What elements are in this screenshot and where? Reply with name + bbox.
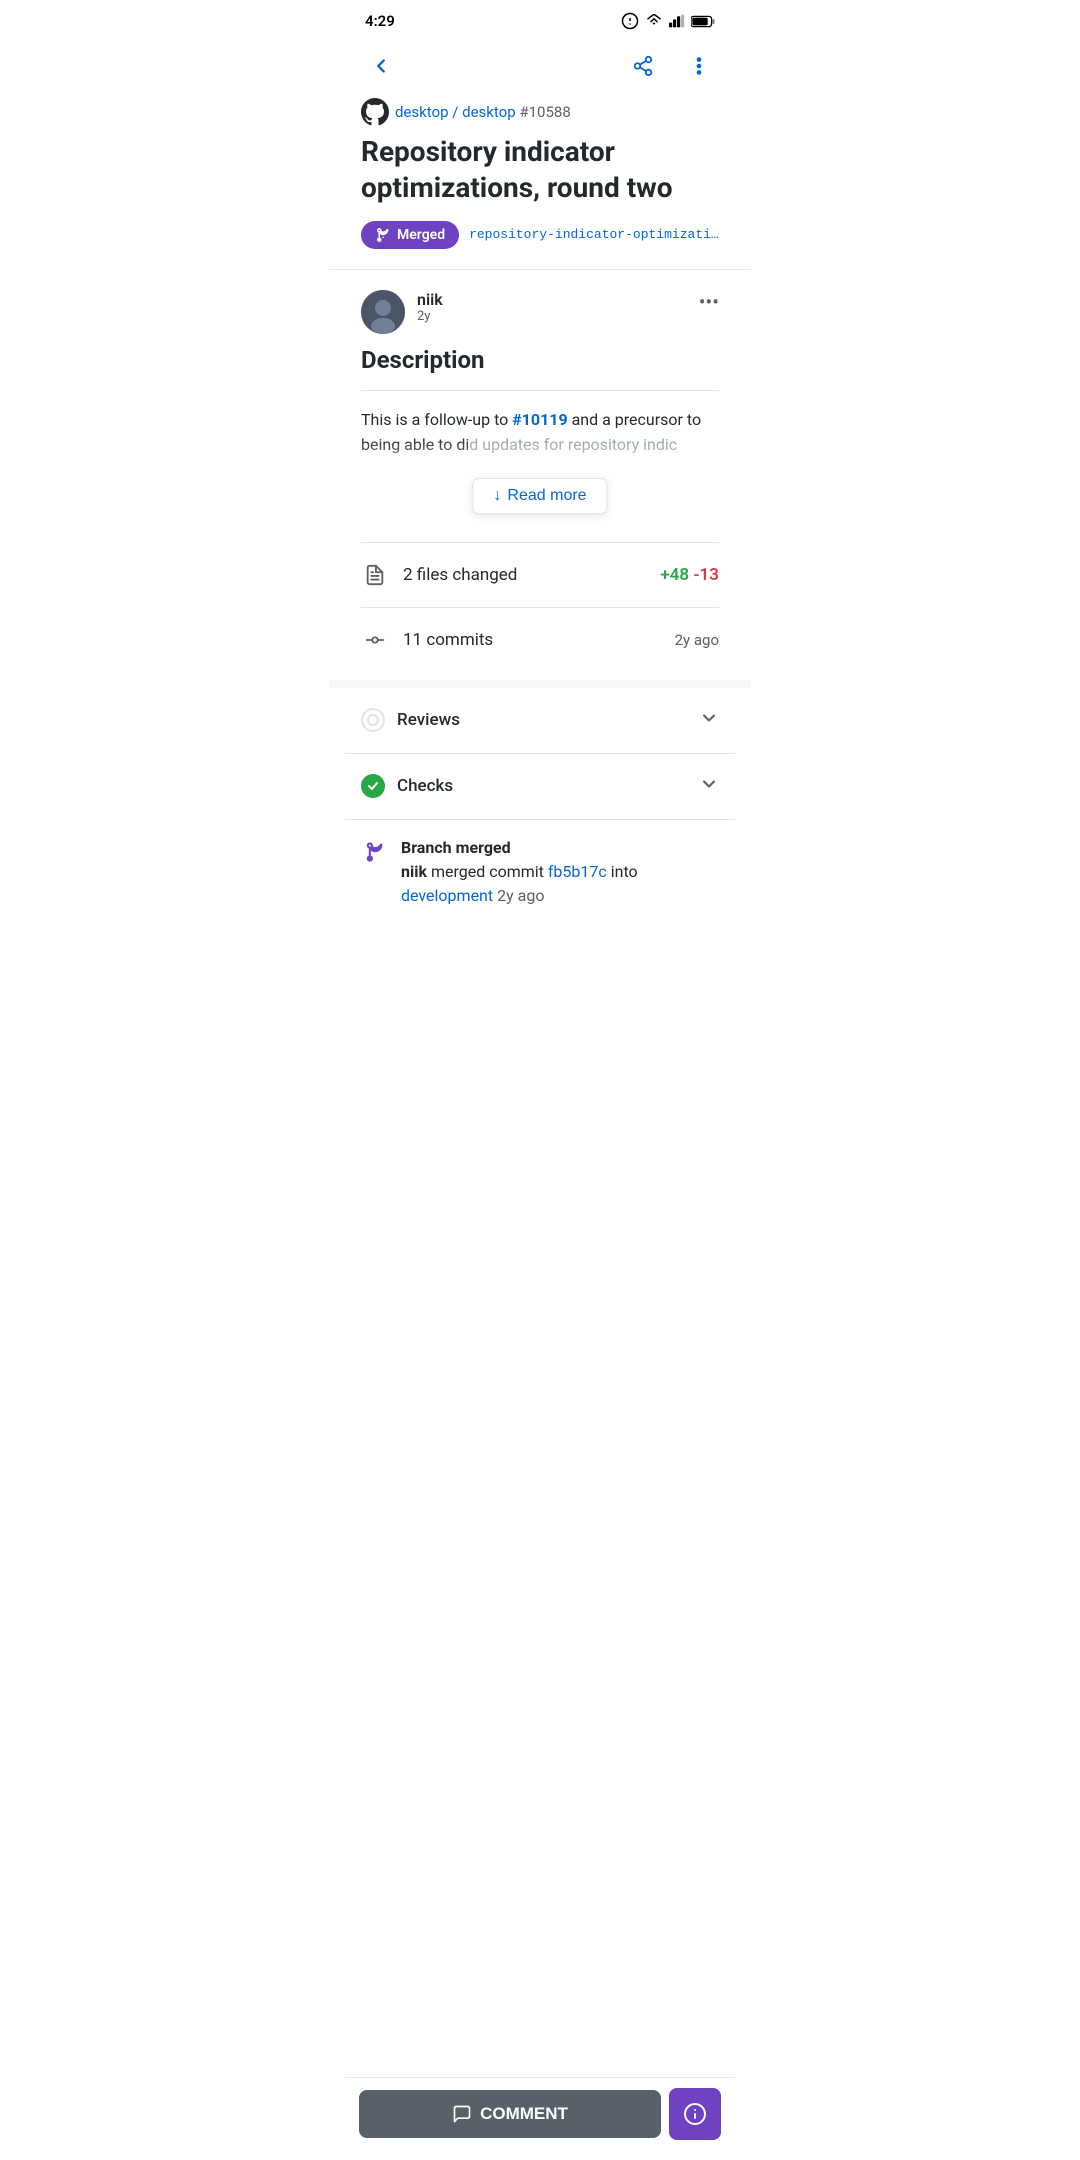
comment-section: niik 2y ••• Description This is a follow…: [345, 270, 735, 680]
commits-icon: [361, 626, 389, 654]
merge-title: Branch merged: [401, 836, 719, 860]
additions-count: +48: [660, 565, 689, 585]
bottom-action-bar: COMMENT: [345, 2077, 735, 2160]
reviews-chevron-icon: [699, 708, 719, 733]
reviews-section[interactable]: Reviews: [345, 688, 735, 754]
app-header: [345, 38, 735, 98]
comment-meta: niik 2y: [417, 290, 687, 324]
read-more-button[interactable]: ↓ Read more: [472, 478, 607, 514]
section-divider-1: [329, 680, 751, 688]
checks-section[interactable]: Checks: [345, 754, 735, 820]
comment-time: 2y: [417, 309, 687, 324]
reviews-status-icon: [361, 708, 385, 732]
files-changed-row[interactable]: 2 files changed +48 -13: [361, 542, 719, 607]
comment-button[interactable]: COMMENT: [359, 2090, 661, 2138]
files-changed-label: 2 files changed: [403, 565, 646, 585]
status-time: 4:29: [365, 12, 395, 30]
comment-author[interactable]: niik: [417, 290, 687, 309]
header-right: [623, 46, 719, 86]
main-content: desktop / desktop #10588 Repository indi…: [345, 98, 735, 249]
comment-body-section: niik 2y ••• Description This is a follow…: [361, 270, 719, 534]
merge-info: Branch merged niik merged commit fb5b17c…: [345, 820, 735, 908]
pr-title: Repository indicator optimizations, roun…: [361, 134, 719, 207]
comment-divider: [361, 390, 719, 391]
github-logo: [361, 98, 389, 126]
merge-badge-icon: [375, 227, 391, 243]
breadcrumb: desktop / desktop #10588: [361, 98, 719, 126]
checks-label: Checks: [397, 776, 687, 796]
files-changes-count: +48 -13: [660, 565, 719, 585]
commits-label: 11 commits: [403, 630, 661, 650]
comment-button-icon: [452, 2104, 472, 2124]
merge-details: niik merged commit fb5b17c into developm…: [401, 860, 719, 908]
merged-badge: Merged: [361, 221, 459, 249]
stats-section: 2 files changed +48 -13 11 commits 2y ag…: [361, 534, 719, 680]
deletions-count: -13: [693, 565, 719, 585]
checks-chevron-icon: [699, 774, 719, 799]
checks-status-icon: [361, 774, 385, 798]
branch-name[interactable]: repository-indicator-optimizatio...: [469, 227, 719, 242]
status-icons: [621, 12, 715, 30]
read-more-fade: [361, 438, 719, 478]
commits-row[interactable]: 11 commits 2y ago: [361, 607, 719, 672]
commits-time: 2y ago: [675, 631, 719, 649]
status-bar: 4:29: [345, 0, 735, 38]
notification-icon: [621, 12, 639, 30]
merge-text: Branch merged niik merged commit fb5b17c…: [401, 836, 719, 908]
signal-icon: [669, 14, 685, 28]
comment-options-button[interactable]: •••: [699, 290, 719, 314]
breadcrumb-text: desktop / desktop #10588: [395, 103, 571, 121]
badges-row: Merged repository-indicator-optimizatio.…: [361, 221, 719, 249]
description-title: Description: [361, 346, 719, 374]
avatar-placeholder: [361, 290, 405, 334]
bottom-padding: [345, 908, 735, 1008]
share-button[interactable]: [623, 46, 663, 86]
info-button[interactable]: [669, 2088, 721, 2140]
info-icon: [683, 2102, 707, 2126]
read-more-container: ↓ Read more: [361, 438, 719, 514]
reviews-label: Reviews: [397, 710, 687, 730]
battery-icon: [691, 15, 715, 28]
files-icon: [361, 561, 389, 589]
comment-header: niik 2y •••: [361, 290, 719, 334]
wifi-icon: [645, 14, 663, 28]
read-more-chevron-icon: ↓: [493, 487, 501, 505]
header-left: [361, 46, 401, 86]
more-options-button[interactable]: [679, 46, 719, 86]
avatar: [361, 290, 405, 334]
back-button[interactable]: [361, 46, 401, 86]
merge-icon: [361, 838, 389, 866]
